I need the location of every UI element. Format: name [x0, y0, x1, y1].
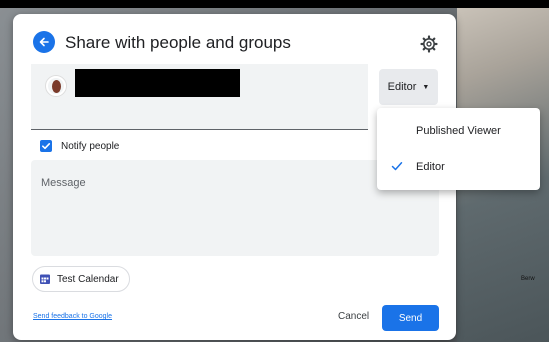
background-map-label: Berw [521, 276, 535, 282]
menu-item-published-viewer[interactable]: Published Viewer [377, 116, 540, 146]
arrow-left-icon [39, 37, 49, 47]
avatar [46, 76, 66, 96]
message-placeholder: Message [41, 177, 86, 189]
notify-label: Notify people [61, 141, 120, 152]
cancel-button[interactable]: Cancel [338, 311, 369, 322]
calendar-icon [40, 274, 50, 284]
send-button[interactable]: Send [382, 305, 439, 331]
dialog-title: Share with people and groups [65, 33, 291, 52]
role-dropdown-label: Editor [387, 81, 417, 93]
checkbox-checked-icon [42, 143, 51, 150]
gear-icon[interactable] [419, 34, 439, 54]
menu-item-label: Editor [416, 161, 445, 173]
check-icon [391, 162, 403, 171]
notify-checkbox[interactable] [40, 140, 52, 152]
feedback-link[interactable]: Send feedback to Google [33, 313, 112, 320]
calendar-chip-label: Test Calendar [57, 273, 119, 285]
role-menu: Published Viewer Editor [377, 108, 540, 190]
caret-down-icon: ▼ [422, 83, 430, 91]
calendar-chip[interactable]: Test Calendar [32, 266, 130, 292]
menu-item-label: Published Viewer [416, 125, 501, 137]
menu-item-editor[interactable]: Editor [377, 152, 540, 182]
redacted-recipient [75, 69, 240, 97]
role-dropdown[interactable]: Editor ▼ [379, 69, 438, 105]
back-button[interactable] [33, 31, 55, 53]
